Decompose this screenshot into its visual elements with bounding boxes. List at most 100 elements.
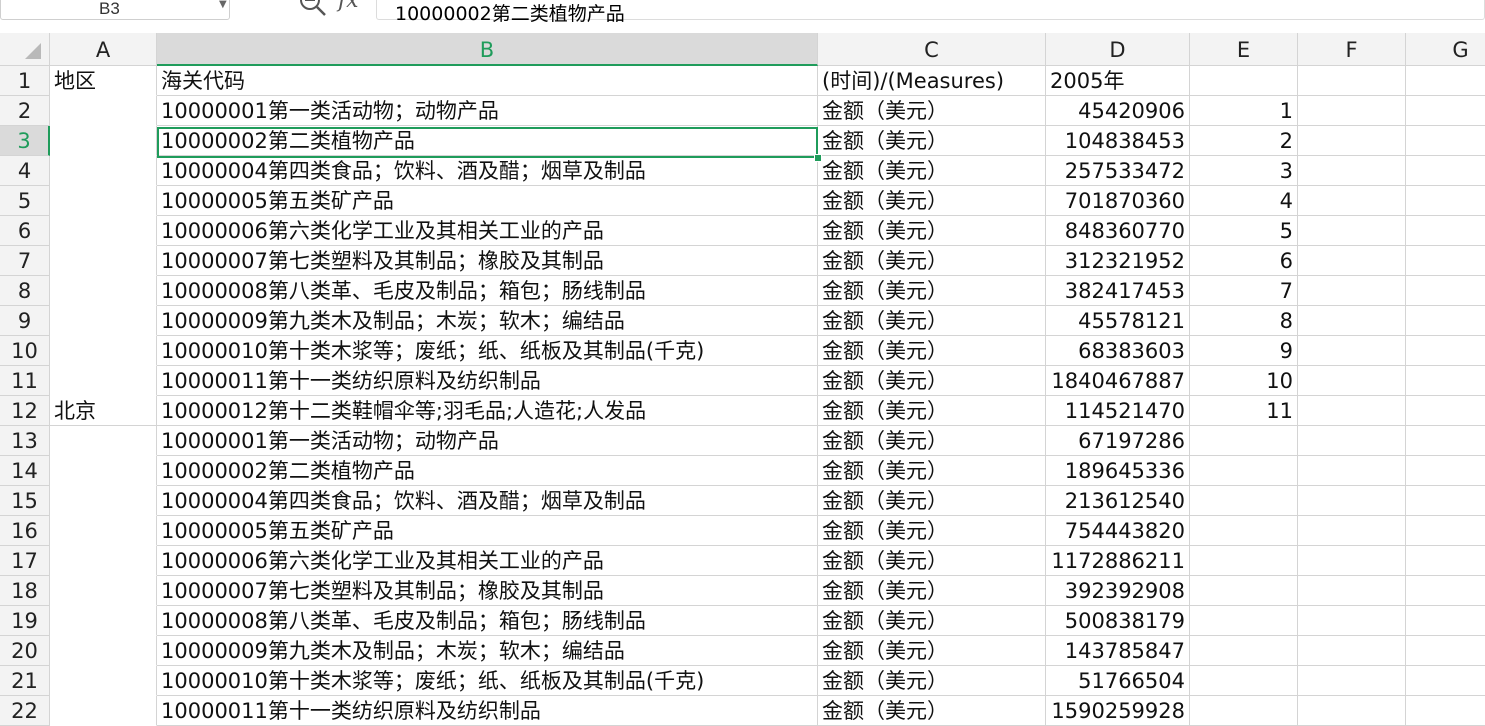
cell-g1[interactable] [1406,66,1485,96]
cell-b7[interactable]: 10000007第七类塑料及其制品；橡胶及其制品 [157,246,818,276]
cell-b10[interactable]: 10000010第十类木浆等；废纸；纸、纸板及其制品(千克) [157,336,818,366]
cell-d1[interactable]: 2005年 [1046,66,1190,96]
cell-c2[interactable]: 金额（美元） [818,96,1046,126]
cell-c10[interactable]: 金额（美元） [818,336,1046,366]
cell-e20[interactable] [1190,636,1298,666]
cell-b16[interactable]: 10000005第五类矿产品 [157,516,818,546]
cell-g22[interactable] [1406,696,1485,726]
cell-e1[interactable] [1190,66,1298,96]
cell-e18[interactable] [1190,576,1298,606]
cell-a17[interactable] [50,546,157,576]
cell-g18[interactable] [1406,576,1485,606]
row-header[interactable]: 7 [0,246,50,276]
cell-f9[interactable] [1298,306,1406,336]
cell-c20[interactable]: 金额（美元） [818,636,1046,666]
fx-icon[interactable]: fx [338,0,359,13]
cell-b12[interactable]: 10000012第十二类鞋帽伞等;羽毛品;人造花;人发品 [157,396,818,426]
row-header[interactable]: 16 [0,516,50,546]
row-header[interactable]: 10 [0,336,50,366]
cell-f12[interactable] [1298,396,1406,426]
row-header[interactable]: 8 [0,276,50,306]
cell-d17[interactable]: 1172886211 [1046,546,1190,576]
cell-d10[interactable]: 68383603 [1046,336,1190,366]
cell-b21[interactable]: 10000010第十类木浆等；废纸；纸、纸板及其制品(千克) [157,666,818,696]
cell-f6[interactable] [1298,216,1406,246]
cell-c1[interactable]: (时间)/(Measures) [818,66,1046,96]
cell-f5[interactable] [1298,186,1406,216]
row-header[interactable]: 22 [0,696,50,726]
cell-c17[interactable]: 金额（美元） [818,546,1046,576]
column-header-b[interactable]: B [157,33,818,66]
cell-g2[interactable] [1406,96,1485,126]
cell-g3[interactable] [1406,126,1485,156]
cell-c9[interactable]: 金额（美元） [818,306,1046,336]
cell-d21[interactable]: 51766504 [1046,666,1190,696]
cell-d20[interactable]: 143785847 [1046,636,1190,666]
cell-b2[interactable]: 10000001第一类活动物；动物产品 [157,96,818,126]
cell-a15[interactable] [50,486,157,516]
cell-c3[interactable]: 金额（美元） [818,126,1046,156]
cell-f17[interactable] [1298,546,1406,576]
cell-e2[interactable]: 1 [1190,96,1298,126]
cell-f18[interactable] [1298,576,1406,606]
cell-g10[interactable] [1406,336,1485,366]
cell-a21[interactable] [50,666,157,696]
row-header[interactable]: 15 [0,486,50,516]
cell-c13[interactable]: 金额（美元） [818,426,1046,456]
cell-f8[interactable] [1298,276,1406,306]
cell-e3[interactable]: 2 [1190,126,1298,156]
cell-g8[interactable] [1406,276,1485,306]
cell-b22[interactable]: 10000011第十一类纺织原料及纺织制品 [157,696,818,726]
cell-d2[interactable]: 45420906 [1046,96,1190,126]
column-header-d[interactable]: D [1046,33,1190,66]
cell-b6[interactable]: 10000006第六类化学工业及其相关工业的产品 [157,216,818,246]
cell-b13[interactable]: 10000001第一类活动物；动物产品 [157,426,818,456]
cell-a22[interactable] [50,696,157,726]
cell-e14[interactable] [1190,456,1298,486]
cell-g16[interactable] [1406,516,1485,546]
cell-c15[interactable]: 金额（美元） [818,486,1046,516]
cell-e7[interactable]: 6 [1190,246,1298,276]
cell-b1[interactable]: 海关代码 [157,66,818,96]
row-header[interactable]: 18 [0,576,50,606]
cell-f13[interactable] [1298,426,1406,456]
cell-f20[interactable] [1298,636,1406,666]
cell-a19[interactable] [50,606,157,636]
cell-a20[interactable] [50,636,157,666]
cell-e15[interactable] [1190,486,1298,516]
cell-d6[interactable]: 848360770 [1046,216,1190,246]
cell-f16[interactable] [1298,516,1406,546]
cell-d12[interactable]: 114521470 [1046,396,1190,426]
cell-c7[interactable]: 金额（美元） [818,246,1046,276]
cell-d9[interactable]: 45578121 [1046,306,1190,336]
cell-g20[interactable] [1406,636,1485,666]
cell-b3[interactable]: 10000002第二类植物产品 [157,126,818,156]
cell-g21[interactable] [1406,666,1485,696]
cell-d19[interactable]: 500838179 [1046,606,1190,636]
cell-d16[interactable]: 754443820 [1046,516,1190,546]
cell-a18[interactable] [50,576,157,606]
cell-a9[interactable] [50,306,157,336]
cell-c12[interactable]: 金额（美元） [818,396,1046,426]
cell-e19[interactable] [1190,606,1298,636]
cell-f21[interactable] [1298,666,1406,696]
cell-c14[interactable]: 金额（美元） [818,456,1046,486]
name-box[interactable]: B3 ▼ [0,0,230,20]
select-all-corner[interactable] [0,33,50,66]
row-header[interactable]: 6 [0,216,50,246]
zoom-icon[interactable] [298,0,328,22]
cell-a5[interactable] [50,186,157,216]
chevron-down-icon[interactable]: ▼ [219,0,227,10]
cell-a16[interactable] [50,516,157,546]
cell-f11[interactable] [1298,366,1406,396]
cell-g4[interactable] [1406,156,1485,186]
cell-b20[interactable]: 10000009第九类木及制品；木炭；软木；编结品 [157,636,818,666]
cell-a13[interactable] [50,426,157,456]
cell-e16[interactable] [1190,516,1298,546]
row-header[interactable]: 20 [0,636,50,666]
cell-c11[interactable]: 金额（美元） [818,366,1046,396]
cell-f10[interactable] [1298,336,1406,366]
cell-e9[interactable]: 8 [1190,306,1298,336]
cell-c21[interactable]: 金额（美元） [818,666,1046,696]
cell-g17[interactable] [1406,546,1485,576]
